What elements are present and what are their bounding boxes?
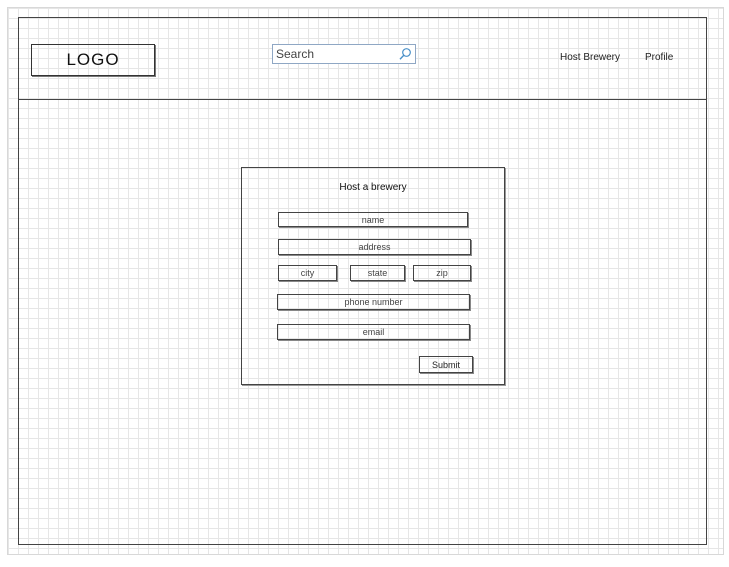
nav-host-brewery[interactable]: Host Brewery [560, 52, 620, 63]
form-title: Host a brewery [339, 182, 407, 193]
header-divider [18, 99, 707, 100]
zip-field[interactable] [413, 265, 471, 281]
search-input[interactable] [273, 47, 396, 61]
email-field[interactable] [277, 324, 470, 340]
nav-profile[interactable]: Profile [645, 52, 673, 63]
submit-button[interactable]: Submit [419, 356, 473, 373]
search-box[interactable] [272, 44, 416, 64]
address-field[interactable] [278, 239, 471, 255]
name-field[interactable] [278, 212, 468, 227]
phone-number-field[interactable] [277, 294, 470, 310]
search-icon[interactable] [398, 47, 412, 61]
city-field[interactable] [278, 265, 337, 281]
state-field[interactable] [350, 265, 405, 281]
logo[interactable]: LOGO [31, 44, 155, 76]
